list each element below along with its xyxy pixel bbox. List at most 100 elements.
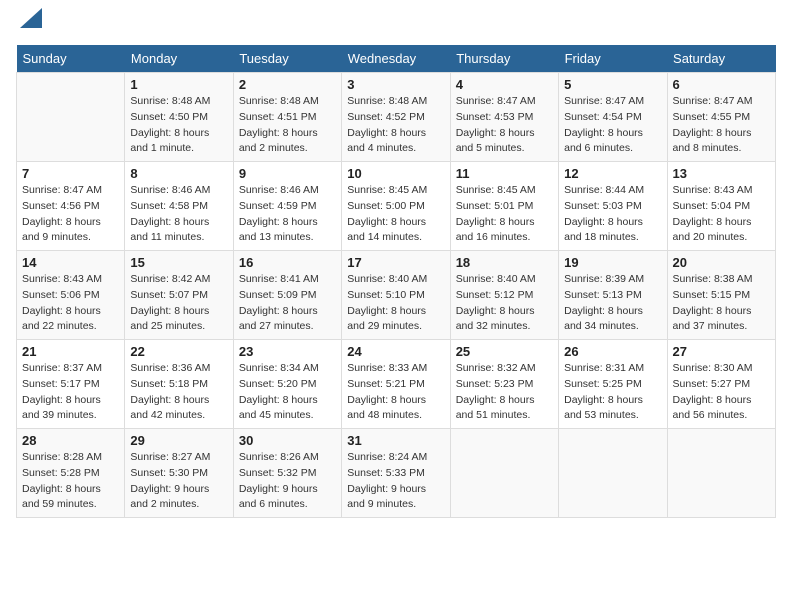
calendar-cell: 12 Sunrise: 8:44 AM Sunset: 5:03 PM Dayli… [559, 162, 667, 251]
day-info: Sunrise: 8:40 AM Sunset: 5:10 PM Dayligh… [347, 272, 444, 335]
day-info: Sunrise: 8:34 AM Sunset: 5:20 PM Dayligh… [239, 361, 336, 424]
header-day-monday: Monday [125, 45, 233, 73]
day-number: 24 [347, 344, 444, 359]
header-day-sunday: Sunday [17, 45, 125, 73]
logo [16, 16, 42, 33]
calendar-cell: 1 Sunrise: 8:48 AM Sunset: 4:50 PM Daylig… [125, 73, 233, 162]
day-info: Sunrise: 8:46 AM Sunset: 4:58 PM Dayligh… [130, 183, 227, 246]
header-day-saturday: Saturday [667, 45, 775, 73]
day-number: 15 [130, 255, 227, 270]
calendar-cell: 31 Sunrise: 8:24 AM Sunset: 5:33 PM Dayli… [342, 429, 450, 518]
day-number: 3 [347, 77, 444, 92]
calendar-cell: 8 Sunrise: 8:46 AM Sunset: 4:58 PM Daylig… [125, 162, 233, 251]
calendar-cell [17, 73, 125, 162]
day-info: Sunrise: 8:27 AM Sunset: 5:30 PM Dayligh… [130, 450, 227, 513]
calendar-cell: 2Sunrise: 8:48 AM Sunset: 4:51 PM Daylig… [233, 73, 341, 162]
day-info: Sunrise: 8:37 AM Sunset: 5:17 PM Dayligh… [22, 361, 119, 424]
calendar-cell: 24 Sunrise: 8:33 AM Sunset: 5:21 PM Dayli… [342, 340, 450, 429]
day-info: Sunrise: 8:30 AM Sunset: 5:27 PM Dayligh… [673, 361, 770, 424]
day-info: Sunrise: 8:43 AM Sunset: 5:04 PM Dayligh… [673, 183, 770, 246]
calendar-cell: 6 Sunrise: 8:47 AM Sunset: 4:55 PM Daylig… [667, 73, 775, 162]
calendar-cell: 5Sunrise: 8:47 AM Sunset: 4:54 PM Daylig… [559, 73, 667, 162]
calendar-cell [559, 429, 667, 518]
header-day-thursday: Thursday [450, 45, 558, 73]
calendar-cell: 7 Sunrise: 8:47 AM Sunset: 4:56 PM Daylig… [17, 162, 125, 251]
page-header [16, 16, 776, 33]
day-number: 1 [130, 77, 227, 92]
day-number: 21 [22, 344, 119, 359]
calendar-cell: 10 Sunrise: 8:45 AM Sunset: 5:00 PM Dayli… [342, 162, 450, 251]
day-number: 5 [564, 77, 661, 92]
calendar-header: SundayMondayTuesdayWednesdayThursdayFrid… [17, 45, 776, 73]
calendar-cell: 9 Sunrise: 8:46 AM Sunset: 4:59 PM Daylig… [233, 162, 341, 251]
day-info: Sunrise: 8:46 AM Sunset: 4:59 PM Dayligh… [239, 183, 336, 246]
calendar-cell: 4Sunrise: 8:47 AM Sunset: 4:53 PM Daylig… [450, 73, 558, 162]
calendar-cell: 25Sunrise: 8:32 AM Sunset: 5:23 PM Dayli… [450, 340, 558, 429]
calendar-cell: 13 Sunrise: 8:43 AM Sunset: 5:04 PM Dayli… [667, 162, 775, 251]
calendar-cell: 29 Sunrise: 8:27 AM Sunset: 5:30 PM Dayli… [125, 429, 233, 518]
day-number: 19 [564, 255, 661, 270]
header-row: SundayMondayTuesdayWednesdayThursdayFrid… [17, 45, 776, 73]
calendar-cell: 30 Sunrise: 8:26 AM Sunset: 5:32 PM Dayli… [233, 429, 341, 518]
day-number: 11 [456, 166, 553, 181]
week-row-5: 28 Sunrise: 8:28 AM Sunset: 5:28 PM Dayli… [17, 429, 776, 518]
day-number: 12 [564, 166, 661, 181]
calendar-cell: 28 Sunrise: 8:28 AM Sunset: 5:28 PM Dayli… [17, 429, 125, 518]
day-number: 10 [347, 166, 444, 181]
day-number: 2 [239, 77, 336, 92]
week-row-1: 1 Sunrise: 8:48 AM Sunset: 4:50 PM Daylig… [17, 73, 776, 162]
day-number: 29 [130, 433, 227, 448]
day-info: Sunrise: 8:31 AM Sunset: 5:25 PM Dayligh… [564, 361, 661, 424]
day-info: Sunrise: 8:32 AM Sunset: 5:23 PM Dayligh… [456, 361, 553, 424]
day-number: 17 [347, 255, 444, 270]
day-info: Sunrise: 8:48 AM Sunset: 4:50 PM Dayligh… [130, 94, 227, 157]
day-info: Sunrise: 8:26 AM Sunset: 5:32 PM Dayligh… [239, 450, 336, 513]
calendar-table: SundayMondayTuesdayWednesdayThursdayFrid… [16, 45, 776, 518]
calendar-cell: 3Sunrise: 8:48 AM Sunset: 4:52 PM Daylig… [342, 73, 450, 162]
header-day-wednesday: Wednesday [342, 45, 450, 73]
header-day-friday: Friday [559, 45, 667, 73]
calendar-cell [667, 429, 775, 518]
day-info: Sunrise: 8:24 AM Sunset: 5:33 PM Dayligh… [347, 450, 444, 513]
day-info: Sunrise: 8:43 AM Sunset: 5:06 PM Dayligh… [22, 272, 119, 335]
day-info: Sunrise: 8:38 AM Sunset: 5:15 PM Dayligh… [673, 272, 770, 335]
calendar-cell: 11Sunrise: 8:45 AM Sunset: 5:01 PM Dayli… [450, 162, 558, 251]
day-number: 7 [22, 166, 119, 181]
calendar-cell: 17 Sunrise: 8:40 AM Sunset: 5:10 PM Dayli… [342, 251, 450, 340]
calendar-cell: 18 Sunrise: 8:40 AM Sunset: 5:12 PM Dayli… [450, 251, 558, 340]
day-number: 20 [673, 255, 770, 270]
day-number: 18 [456, 255, 553, 270]
day-number: 27 [673, 344, 770, 359]
day-number: 31 [347, 433, 444, 448]
day-number: 8 [130, 166, 227, 181]
day-number: 9 [239, 166, 336, 181]
calendar-cell: 14Sunrise: 8:43 AM Sunset: 5:06 PM Dayli… [17, 251, 125, 340]
day-info: Sunrise: 8:41 AM Sunset: 5:09 PM Dayligh… [239, 272, 336, 335]
day-info: Sunrise: 8:39 AM Sunset: 5:13 PM Dayligh… [564, 272, 661, 335]
day-info: Sunrise: 8:47 AM Sunset: 4:56 PM Dayligh… [22, 183, 119, 246]
calendar-cell: 21 Sunrise: 8:37 AM Sunset: 5:17 PM Dayli… [17, 340, 125, 429]
day-info: Sunrise: 8:42 AM Sunset: 5:07 PM Dayligh… [130, 272, 227, 335]
day-info: Sunrise: 8:45 AM Sunset: 5:00 PM Dayligh… [347, 183, 444, 246]
day-number: 13 [673, 166, 770, 181]
day-number: 23 [239, 344, 336, 359]
week-row-4: 21 Sunrise: 8:37 AM Sunset: 5:17 PM Dayli… [17, 340, 776, 429]
day-info: Sunrise: 8:33 AM Sunset: 5:21 PM Dayligh… [347, 361, 444, 424]
day-number: 28 [22, 433, 119, 448]
week-row-2: 7 Sunrise: 8:47 AM Sunset: 4:56 PM Daylig… [17, 162, 776, 251]
calendar-body: 1 Sunrise: 8:48 AM Sunset: 4:50 PM Daylig… [17, 73, 776, 518]
day-info: Sunrise: 8:47 AM Sunset: 4:53 PM Dayligh… [456, 94, 553, 157]
day-info: Sunrise: 8:40 AM Sunset: 5:12 PM Dayligh… [456, 272, 553, 335]
header-day-tuesday: Tuesday [233, 45, 341, 73]
calendar-cell: 15 Sunrise: 8:42 AM Sunset: 5:07 PM Dayli… [125, 251, 233, 340]
logo-arrow-icon [20, 8, 42, 28]
day-number: 30 [239, 433, 336, 448]
day-number: 26 [564, 344, 661, 359]
calendar-cell: 20 Sunrise: 8:38 AM Sunset: 5:15 PM Dayli… [667, 251, 775, 340]
day-number: 22 [130, 344, 227, 359]
day-info: Sunrise: 8:44 AM Sunset: 5:03 PM Dayligh… [564, 183, 661, 246]
day-number: 6 [673, 77, 770, 92]
day-info: Sunrise: 8:28 AM Sunset: 5:28 PM Dayligh… [22, 450, 119, 513]
calendar-cell: 22Sunrise: 8:36 AM Sunset: 5:18 PM Dayli… [125, 340, 233, 429]
day-info: Sunrise: 8:47 AM Sunset: 4:55 PM Dayligh… [673, 94, 770, 157]
